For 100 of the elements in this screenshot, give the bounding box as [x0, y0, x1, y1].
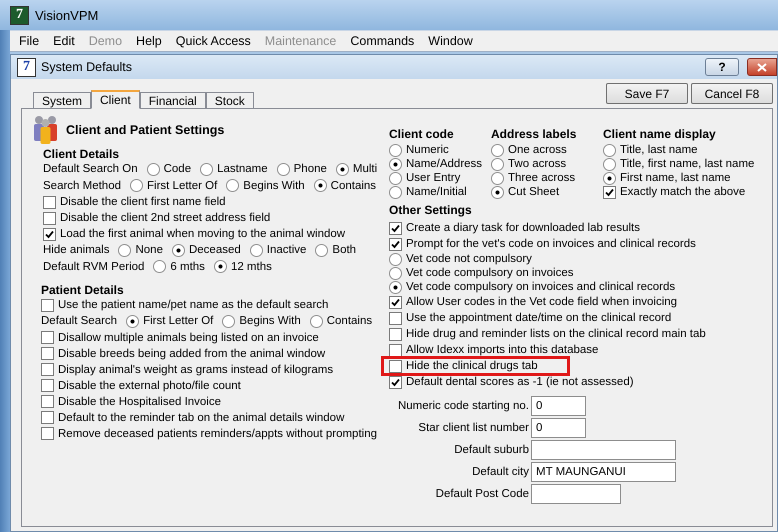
- tab[interactable]: Client: [91, 90, 140, 109]
- checkbox[interactable]: [41, 379, 54, 392]
- radio-button[interactable]: [310, 314, 323, 328]
- checkbox[interactable]: [41, 411, 54, 424]
- radio-button[interactable]: [146, 162, 160, 176]
- radio-label: Lastname: [217, 163, 268, 176]
- checkbox-label: Hide drug and reminder lists on the clinical record main tab: [406, 328, 706, 340]
- radio-label: One across: [508, 144, 567, 156]
- menu-item[interactable]: Help: [129, 34, 169, 48]
- checkbox-label: Exactly match the above: [620, 186, 746, 198]
- input-field[interactable]: MT MAUNGANUI: [531, 462, 676, 482]
- group-heading: Client code: [389, 127, 455, 141]
- radio-button[interactable]: [389, 172, 402, 184]
- cancel-button[interactable]: Cancel F8: [691, 83, 773, 104]
- radio-button[interactable]: [336, 162, 349, 176]
- radio-label: 12 mths: [230, 260, 272, 273]
- radio-button[interactable]: [389, 266, 402, 280]
- checkbox[interactable]: [41, 298, 54, 312]
- radio-button[interactable]: [118, 244, 132, 257]
- checkbox[interactable]: [389, 222, 402, 234]
- radio-label: Cut Sheet: [508, 186, 560, 198]
- checkbox[interactable]: [389, 312, 402, 324]
- group-heading: Address labels: [491, 127, 578, 141]
- menu-item[interactable]: Window: [421, 34, 480, 48]
- radio-button[interactable]: [491, 158, 504, 170]
- checkbox[interactable]: [43, 196, 56, 208]
- radio-button[interactable]: [389, 144, 402, 156]
- radio-button[interactable]: [214, 260, 227, 274]
- radio-label: Vet code not compulsory: [406, 253, 532, 265]
- radio-label: Both: [332, 244, 356, 256]
- checkbox[interactable]: [41, 395, 54, 408]
- radio-label: Title, last name: [620, 144, 698, 156]
- app-logo: 7: [10, 6, 29, 24]
- option-label: Hide animals: [43, 244, 110, 256]
- radio-button[interactable]: [603, 144, 616, 156]
- input-field[interactable]: [531, 484, 621, 504]
- radio-button[interactable]: [603, 172, 616, 184]
- checkbox[interactable]: [389, 376, 402, 388]
- group-heading: Other Settings: [389, 203, 473, 217]
- checkbox[interactable]: [41, 427, 54, 440]
- checkbox[interactable]: [41, 363, 54, 376]
- check-icon: [605, 188, 614, 196]
- window-title: VisionVPM: [35, 8, 98, 22]
- radio-button[interactable]: [200, 162, 214, 176]
- checkbox[interactable]: [603, 186, 616, 198]
- menu-item[interactable]: File: [12, 34, 46, 48]
- radio-label: Name/Initial: [406, 186, 467, 198]
- close-button[interactable]: [747, 58, 777, 76]
- radio-button[interactable]: [389, 252, 402, 266]
- radio-button[interactable]: [172, 244, 185, 257]
- radio-button[interactable]: [315, 244, 328, 257]
- menu-item[interactable]: Quick Access: [168, 34, 258, 48]
- checkbox[interactable]: [389, 238, 402, 250]
- input-field[interactable]: 0: [531, 418, 586, 438]
- menu-item[interactable]: Edit: [46, 34, 82, 48]
- radio-button[interactable]: [130, 179, 143, 192]
- menu-item[interactable]: Commands: [343, 34, 422, 48]
- radio-button[interactable]: [226, 179, 240, 192]
- tab[interactable]: Financial: [140, 92, 206, 109]
- tab[interactable]: System: [33, 92, 92, 109]
- checkbox[interactable]: [389, 296, 402, 308]
- checkbox[interactable]: [41, 331, 54, 344]
- radio-label: Begins With: [243, 180, 305, 192]
- radio-label: Title, first name, last name: [620, 158, 754, 170]
- checkbox[interactable]: [41, 347, 54, 360]
- input-field[interactable]: [531, 440, 676, 460]
- radio-button[interactable]: [389, 158, 402, 170]
- radio-button[interactable]: [276, 162, 290, 176]
- save-button[interactable]: Save F7: [606, 83, 688, 104]
- checkbox-label: Prompt for the vet's code on invoices and clinical records: [406, 238, 696, 250]
- radio-button[interactable]: [603, 158, 616, 170]
- radio-button[interactable]: [491, 172, 504, 184]
- checkbox-label: Disable breeds being added from the animal window: [58, 348, 326, 360]
- checkbox-label: Display animal's weight as grams instead of kilograms: [58, 364, 334, 376]
- radio-button[interactable]: [314, 179, 327, 192]
- radio-label: 6 mths: [170, 260, 205, 273]
- tab[interactable]: Stock: [206, 92, 254, 109]
- radio-label: Code: [164, 163, 192, 176]
- checkbox[interactable]: [389, 328, 402, 340]
- section-title: Client and Patient Settings: [66, 123, 224, 137]
- radio-button[interactable]: [250, 244, 263, 257]
- checkbox[interactable]: [389, 344, 402, 356]
- checkbox[interactable]: [389, 360, 402, 372]
- radio-button[interactable]: [153, 260, 166, 274]
- help-button[interactable]: ?: [705, 58, 739, 76]
- input-field[interactable]: 0: [531, 396, 586, 416]
- checkbox-label: Allow User codes in the Vet code field when invoicing: [406, 296, 678, 308]
- checkbox-label: Disable the Hospitalised Invoice: [58, 396, 222, 408]
- radio-button[interactable]: [389, 186, 402, 198]
- checkbox-label: Remove deceased patients reminders/appts without prompting: [58, 428, 377, 440]
- checkbox-label: Default to the reminder tab on the animal details window: [58, 412, 344, 424]
- dialog-logo: 7: [17, 58, 36, 76]
- radio-button[interactable]: [491, 186, 504, 198]
- radio-button[interactable]: [491, 144, 504, 156]
- checkbox-label: Disallow multiple animals being listed on an invoice: [58, 332, 319, 344]
- radio-button[interactable]: [126, 314, 140, 328]
- checkbox[interactable]: [43, 228, 56, 240]
- checkbox[interactable]: [43, 212, 56, 224]
- radio-button[interactable]: [389, 280, 402, 294]
- radio-button[interactable]: [222, 314, 236, 328]
